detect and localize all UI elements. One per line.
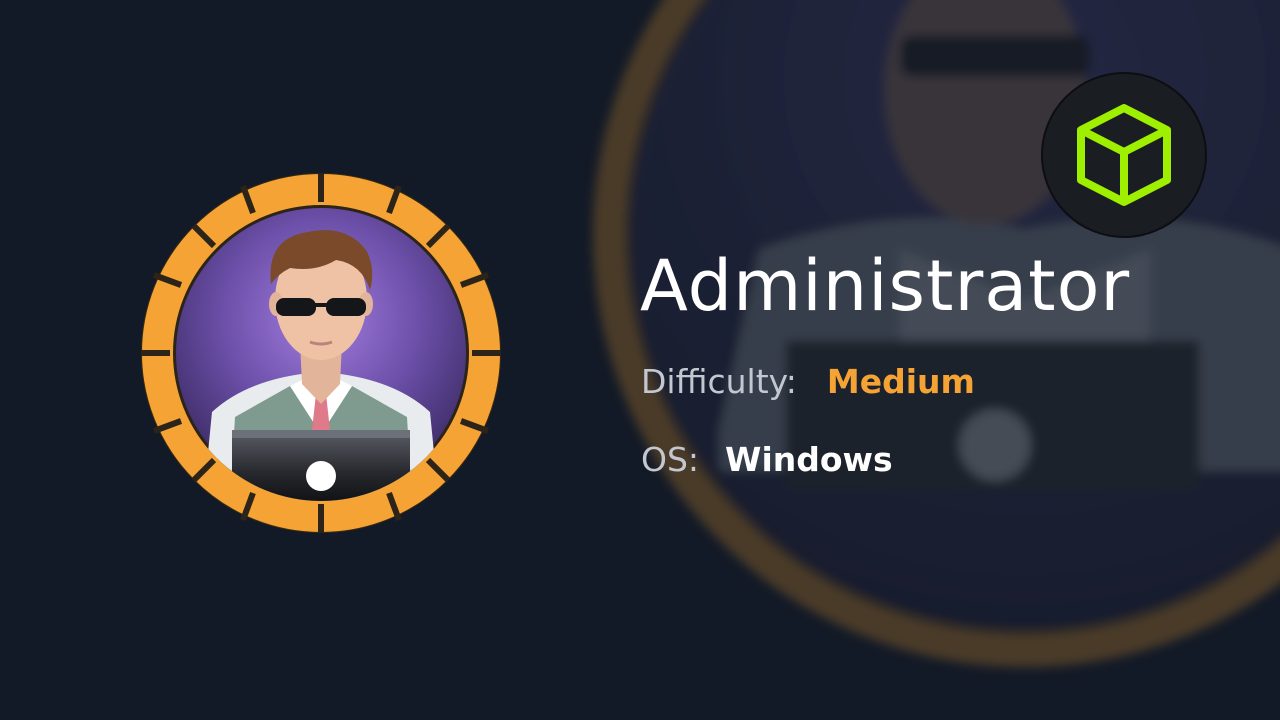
os-label: OS:	[641, 440, 700, 479]
hacker-avatar-icon	[141, 173, 501, 533]
difficulty-label: Difficulty:	[641, 362, 797, 401]
os-row: OS: Windows	[641, 440, 893, 480]
difficulty-row: Difficulty: Medium	[641, 362, 975, 402]
machine-banner: Administrator Difficulty: Medium OS: Windo…	[0, 0, 1280, 720]
os-value: Windows	[725, 440, 893, 479]
hack-the-box-cube-icon	[1041, 72, 1207, 238]
difficulty-value: Medium	[826, 362, 975, 401]
machine-name: Administrator	[640, 245, 1131, 327]
